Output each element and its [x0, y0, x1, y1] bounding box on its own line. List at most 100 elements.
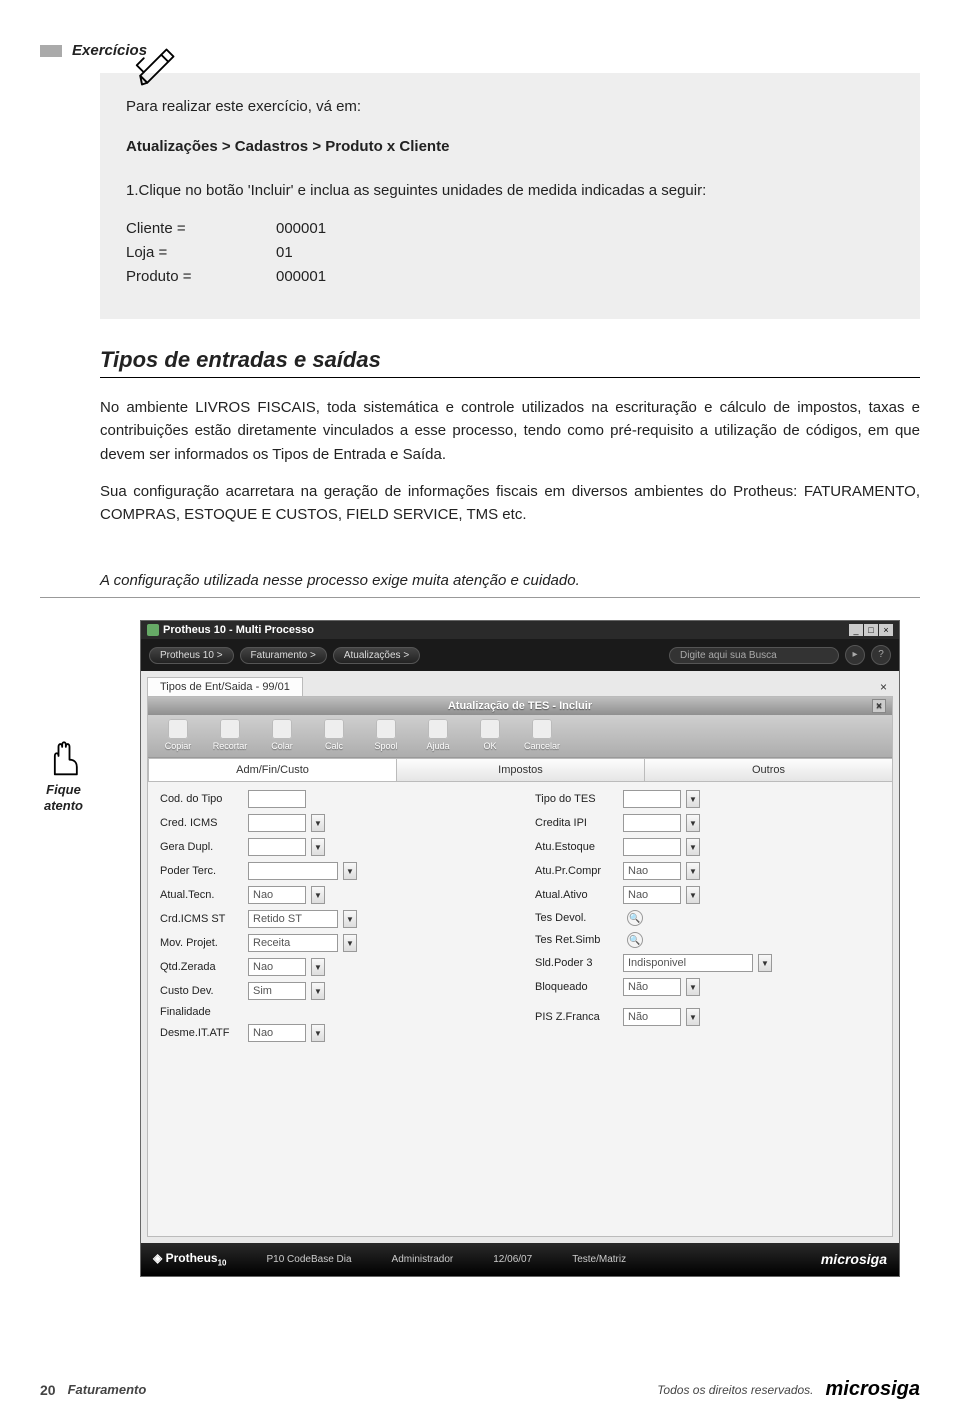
toolbar-cancelar[interactable]: Cancelar — [520, 719, 564, 751]
field-row-left-9: Finalidade — [160, 1006, 505, 1018]
field-label: Bloqueado — [535, 981, 617, 993]
section-p2: Sua configuração acarretara na geração d… — [100, 480, 920, 527]
chevron-down-icon[interactable]: ▼ — [343, 934, 357, 952]
crumb-0[interactable]: Protheus 10 > — [149, 647, 234, 664]
footer-rights: Todos os direitos reservados. — [657, 1383, 813, 1397]
document-tab[interactable]: Tipos de Ent/Saida - 99/01 — [147, 677, 303, 696]
field-input[interactable] — [248, 958, 306, 976]
search-go-button[interactable]: ▸ — [845, 645, 865, 665]
field-input[interactable] — [623, 814, 681, 832]
field-label: Atual.Tecn. — [160, 889, 242, 901]
exercise-row-label: Produto = — [126, 265, 276, 289]
toolbar-label: Recortar — [213, 741, 248, 751]
chevron-down-icon[interactable]: ▼ — [311, 982, 325, 1000]
chevron-down-icon[interactable]: ▼ — [311, 814, 325, 832]
field-label: Tes Ret.Simb — [535, 934, 617, 946]
chevron-down-icon[interactable]: ▼ — [686, 862, 700, 880]
status-item-1: Administrador — [392, 1254, 454, 1265]
breadcrumb-bar: Protheus 10 > Faturamento > Atualizações… — [141, 639, 899, 671]
search-input[interactable]: Digite aqui sua Busca — [669, 647, 839, 664]
maximize-button[interactable]: □ — [864, 624, 878, 636]
chevron-down-icon[interactable]: ▼ — [343, 910, 357, 928]
close-button[interactable]: × — [879, 624, 893, 636]
field-label: Tipo do TES — [535, 793, 617, 805]
chevron-down-icon[interactable]: ▼ — [311, 958, 325, 976]
exercise-row-label: Cliente = — [126, 217, 276, 241]
field-input[interactable] — [623, 978, 681, 996]
chevron-down-icon[interactable]: ▼ — [343, 862, 357, 880]
field-input[interactable] — [623, 954, 753, 972]
toolbar-label: Ajuda — [426, 741, 449, 751]
field-row-right-4: Atual.Ativo▼ — [535, 886, 880, 904]
field-row-right-8: Bloqueado ▼ — [535, 978, 880, 996]
help-round-button[interactable]: ? — [871, 645, 891, 665]
search-icon[interactable]: 🔍 — [627, 910, 643, 926]
chevron-down-icon[interactable]: ▼ — [686, 790, 700, 808]
toolbar-ajuda[interactable]: Ajuda — [416, 719, 460, 751]
section-rule — [100, 377, 920, 378]
exercise-row-0: Cliente = 000001 — [126, 217, 894, 241]
field-input[interactable] — [248, 838, 306, 856]
field-input[interactable] — [248, 862, 338, 880]
field-row-left-2: Gera Dupl. ▼ — [160, 838, 505, 856]
field-label: Gera Dupl. — [160, 841, 242, 853]
minimize-button[interactable]: _ — [849, 624, 863, 636]
field-input[interactable] — [623, 886, 681, 904]
crumb-1[interactable]: Faturamento > — [240, 647, 327, 664]
exercise-row-value: 000001 — [276, 265, 326, 289]
crumb-2[interactable]: Atualizações > — [333, 647, 420, 664]
toolbar-colar[interactable]: Colar — [260, 719, 304, 751]
toolbar-recortar[interactable]: Recortar — [208, 719, 252, 751]
form-tab-outros[interactable]: Outros — [644, 758, 893, 781]
field-row-left-10: Desme.IT.ATF▼ — [160, 1024, 505, 1042]
chevron-down-icon[interactable]: ▼ — [686, 978, 700, 996]
chevron-down-icon[interactable]: ▼ — [758, 954, 772, 972]
attention-label-1: Fique — [46, 782, 81, 797]
field-input[interactable] — [623, 1008, 681, 1026]
form-empty-area — [148, 1056, 892, 1236]
exercise-row-value: 000001 — [276, 217, 326, 241]
field-input[interactable] — [248, 910, 338, 928]
field-row-left-4: Atual.Tecn. ▼ — [160, 886, 505, 904]
status-logo-sub: 10 — [218, 1259, 227, 1268]
dialog-title-text: Atualização de TES - Incluir — [448, 700, 592, 712]
field-input[interactable] — [248, 1024, 306, 1042]
field-input[interactable] — [248, 886, 306, 904]
toolbar-ok[interactable]: OK — [468, 719, 512, 751]
status-item-2: 12/06/07 — [493, 1254, 532, 1265]
field-input[interactable] — [248, 814, 306, 832]
dialog-close-button[interactable]: × — [872, 699, 886, 713]
field-input[interactable] — [623, 838, 681, 856]
copy-icon — [168, 719, 188, 739]
field-row-left-1: Cred. ICMS▼ — [160, 814, 505, 832]
search-icon[interactable]: 🔍 — [627, 932, 643, 948]
field-input[interactable] — [248, 790, 306, 808]
field-row-left-6: Mov. Projet.▼ — [160, 934, 505, 952]
chevron-down-icon[interactable]: ▼ — [686, 886, 700, 904]
chevron-down-icon[interactable]: ▼ — [686, 1008, 700, 1026]
help-icon — [428, 719, 448, 739]
chevron-down-icon[interactable]: ▼ — [686, 814, 700, 832]
toolbar-spool[interactable]: Spool — [364, 719, 408, 751]
chevron-down-icon[interactable]: ▼ — [311, 886, 325, 904]
section-title: Tipos de entradas e saídas — [100, 347, 920, 373]
pencil-icon — [135, 46, 177, 91]
exercise-step: 1.Clique no botão 'Incluir' e inclua as … — [126, 179, 894, 203]
form-tab-adm[interactable]: Adm/Fin/Custo — [148, 758, 397, 781]
chevron-down-icon[interactable]: ▼ — [686, 838, 700, 856]
chevron-down-icon[interactable]: ▼ — [311, 838, 325, 856]
exercise-box: Para realizar este exercício, vá em: Atu… — [100, 73, 920, 319]
toolbar-copiar[interactable]: Copiar — [156, 719, 200, 751]
field-input[interactable] — [248, 982, 306, 1000]
toolbar-label: Copiar — [165, 741, 192, 751]
chevron-down-icon[interactable]: ▼ — [311, 1024, 325, 1042]
field-input[interactable] — [623, 790, 681, 808]
field-row-left-0: Cod. do Tipo — [160, 790, 505, 808]
toolbar-calc[interactable]: Calc — [312, 719, 356, 751]
field-input[interactable] — [623, 862, 681, 880]
field-row-right-7: Sld.Poder 3▼ — [535, 954, 880, 972]
field-input[interactable] — [248, 934, 338, 952]
hand-icon — [42, 734, 86, 781]
form-tab-impostos[interactable]: Impostos — [396, 758, 645, 781]
document-tab-close[interactable]: × — [874, 680, 893, 694]
